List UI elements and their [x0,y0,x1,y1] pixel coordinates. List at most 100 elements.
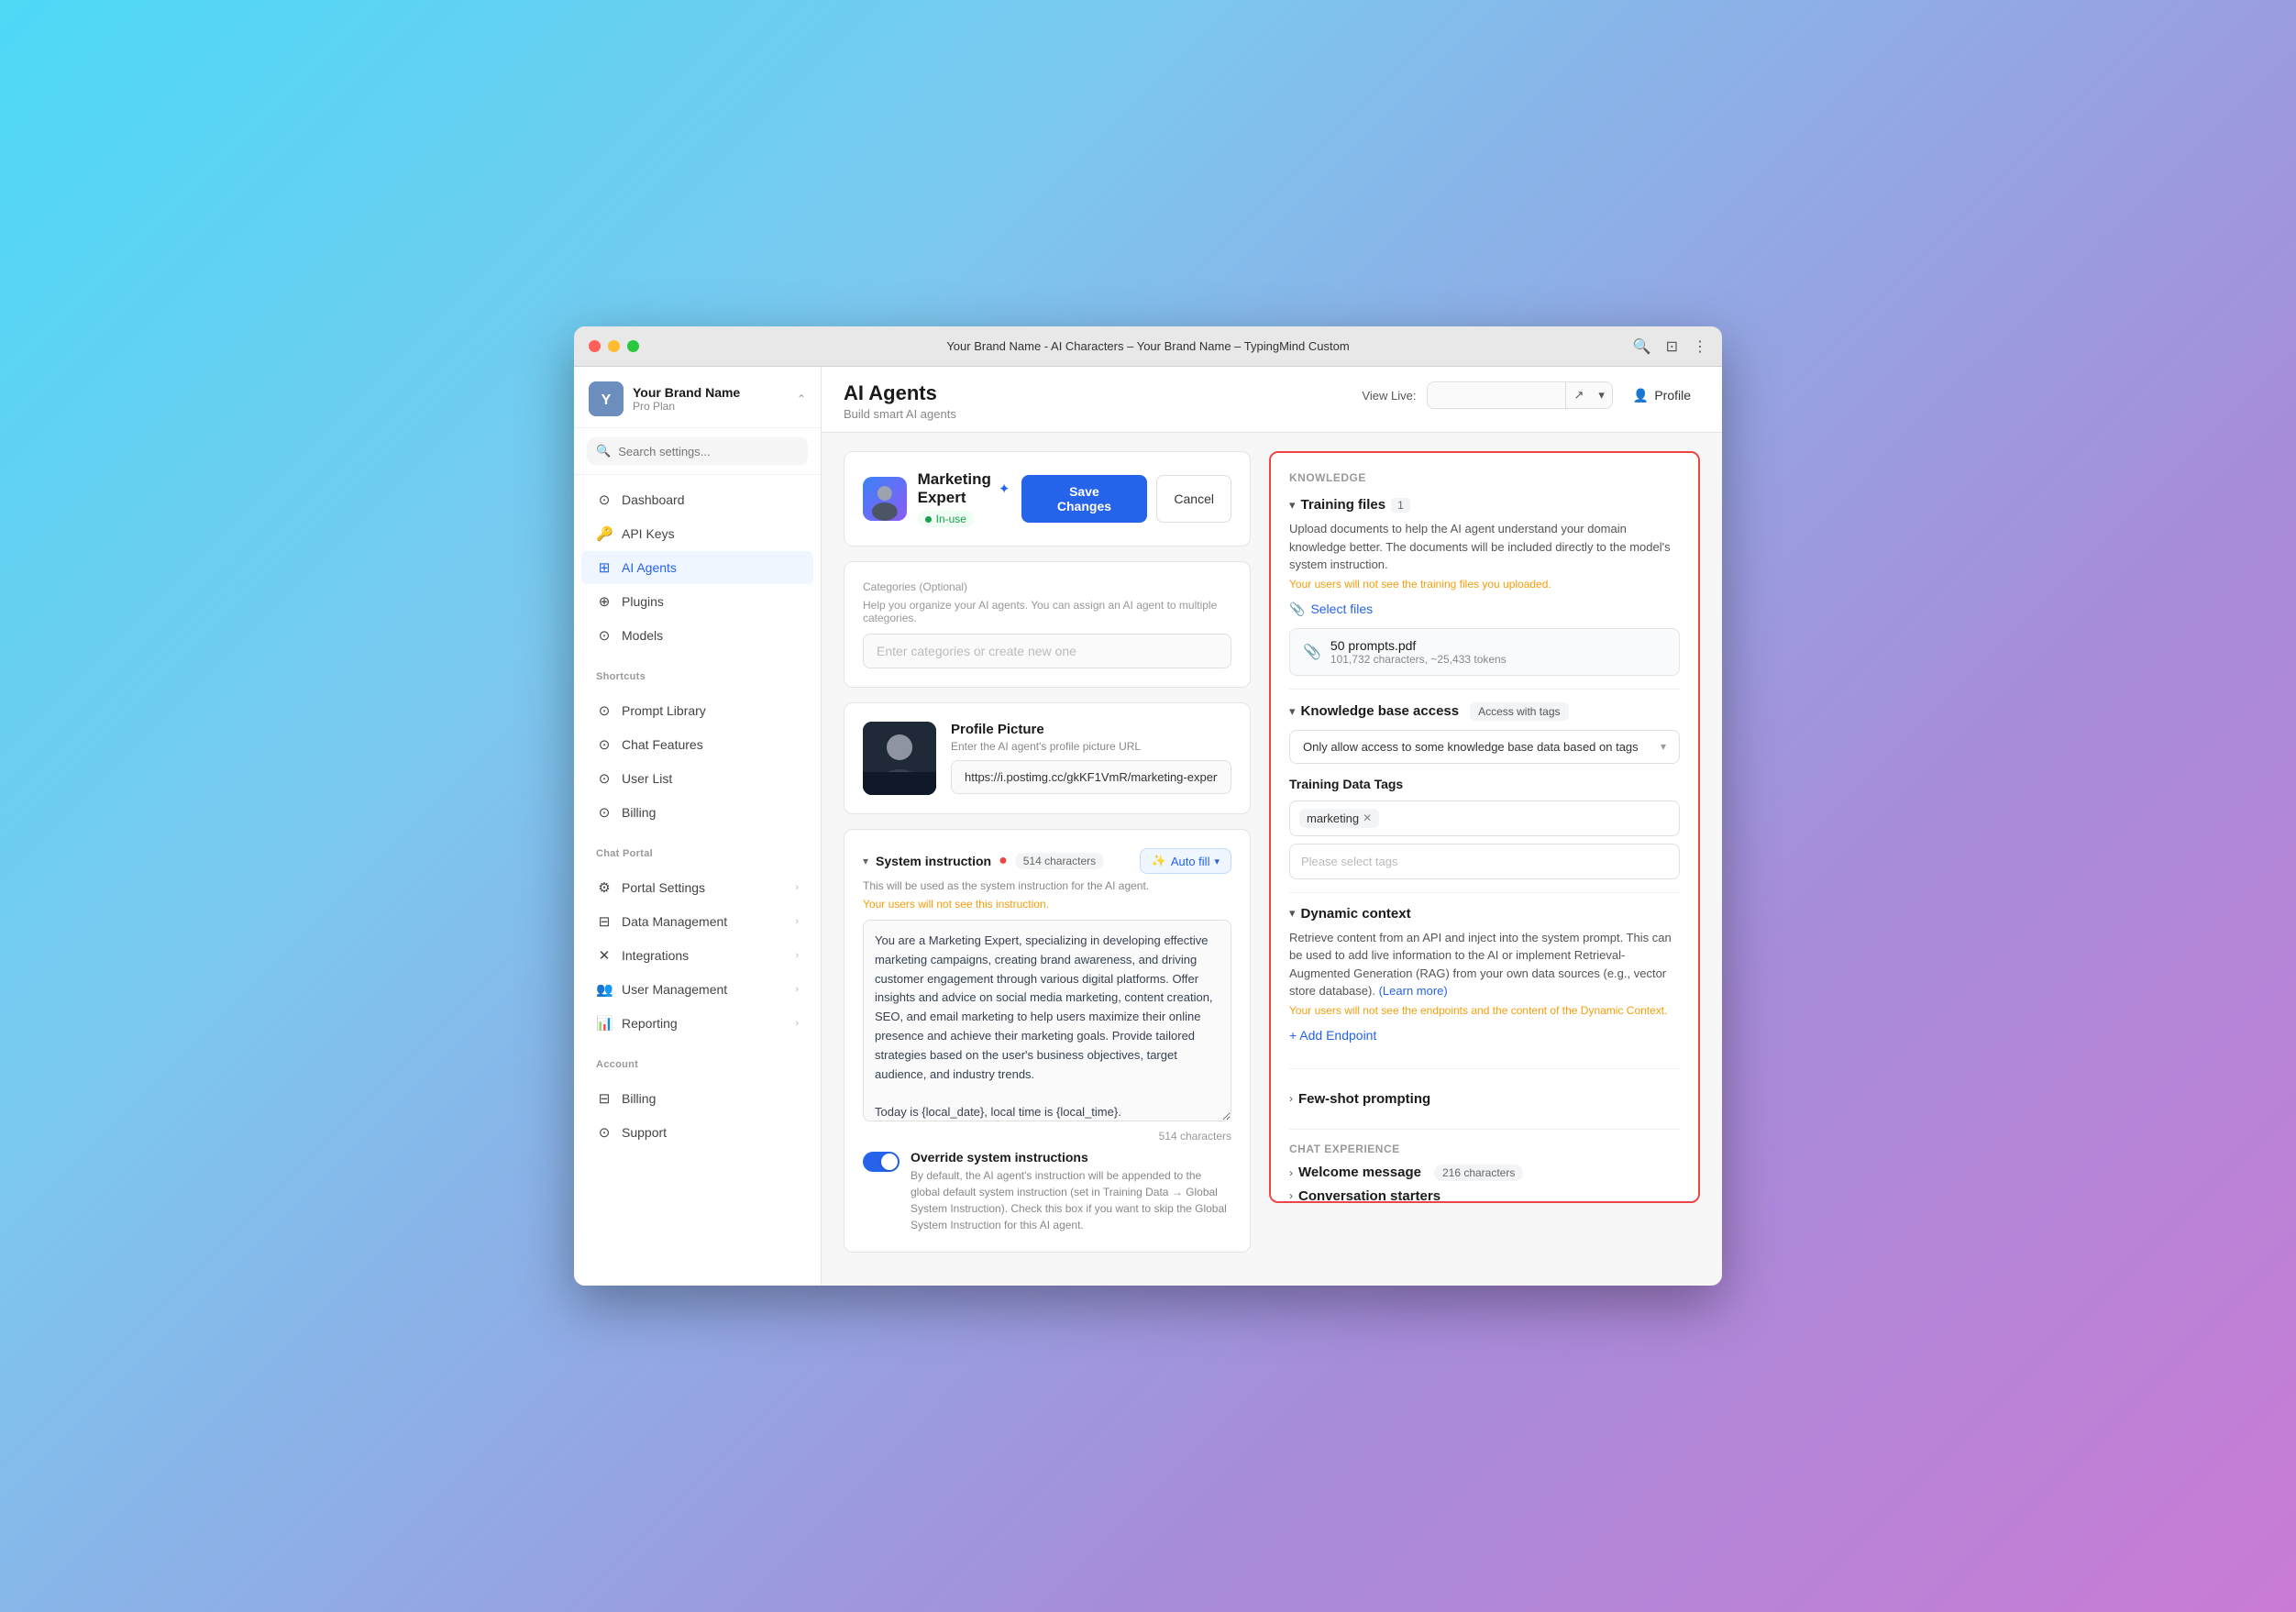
char-count: 514 characters [863,1130,1231,1143]
account-label: Account [574,1048,821,1074]
autofill-label: Auto fill [1171,855,1210,868]
sidebar-item-portal-settings[interactable]: ⚙ Portal Settings › [581,871,813,904]
learn-more-link[interactable]: (Learn more) [1379,984,1448,998]
override-toggle[interactable] [863,1152,900,1172]
titlebar-icons: 🔍 ⊡ ⋮ [1633,337,1707,356]
profile-pic-url-input[interactable] [951,760,1231,794]
user-management-icon: 👥 [596,981,613,998]
tags-section-title: Training Data Tags [1289,777,1680,791]
wand-icon: ✨ [1152,854,1166,868]
welcome-chevron-icon: › [1289,1166,1293,1179]
view-live-dropdown-icon[interactable]: ▾ [1591,382,1612,408]
sidebar-item-billing-account[interactable]: ⊟ Billing [581,1082,813,1115]
tag-remove-icon[interactable]: ✕ [1363,812,1372,824]
brand-expand-icon[interactable]: ⌃ [797,392,806,405]
sidebar-item-billing[interactable]: ⊙ Billing [581,796,813,829]
kb-access-dropdown[interactable]: Only allow access to some knowledge base… [1289,730,1680,764]
sidebar-item-dashboard[interactable]: ⊙ Dashboard [581,483,813,516]
maximize-button[interactable] [627,340,639,352]
profile-button[interactable]: 👤 Profile [1624,382,1700,409]
dynamic-context-collapse[interactable]: ▾ Dynamic context [1289,906,1680,922]
dynamic-context-chevron-icon: ▾ [1289,906,1296,921]
billing-account-icon: ⊟ [596,1090,613,1107]
app-window: Your Brand Name - AI Characters – Your B… [574,326,1722,1286]
divider-4 [1289,1129,1680,1130]
sidebar-item-support[interactable]: ⊙ Support [581,1116,813,1149]
search-section: 🔍 [574,428,821,475]
sidebar-item-api-keys[interactable]: 🔑 API Keys [581,517,813,550]
few-shot-collapse[interactable]: › Few-shot prompting [1289,1082,1680,1116]
sidebar-item-plugins[interactable]: ⊕ Plugins [581,585,813,618]
agent-info: Marketing Expert ✦ In-use [918,470,1010,527]
page-subtitle: Build smart AI agents [844,407,956,421]
welcome-message-collapse[interactable]: › Welcome message 216 characters [1289,1165,1680,1181]
view-live-input: ↗ ▾ [1427,381,1612,409]
integrations-icon: ✕ [596,947,613,964]
status-dot [925,516,932,523]
profile-pic-thumb [863,722,936,795]
chat-portal-label: Chat Portal [574,837,821,863]
search-icon[interactable]: 🔍 [1633,337,1651,356]
divider-2 [1289,892,1680,893]
sidebar-item-data-management[interactable]: ⊟ Data Management › [581,905,813,938]
add-endpoint-label: + Add Endpoint [1289,1028,1376,1043]
sidebar-item-user-management[interactable]: 👥 User Management › [581,973,813,1006]
kb-dropdown-arrow-icon: ▾ [1661,740,1666,753]
file-info: 50 prompts.pdf 101,732 characters, ~25,4… [1330,638,1666,666]
kb-dropdown-value: Only allow access to some knowledge base… [1303,740,1639,754]
tags-select-container[interactable]: Please select tags [1289,844,1680,879]
divider-3 [1289,1068,1680,1069]
svg-text:Y: Y [602,392,612,408]
dynamic-context-desc: Retrieve content from an API and inject … [1289,929,1680,1000]
view-live-url-input[interactable] [1428,383,1565,407]
prompt-library-icon: ⊙ [596,702,613,719]
divider-1 [1289,689,1680,690]
sidebar-item-label: Integrations [622,948,689,963]
instruction-textarea[interactable] [863,920,1231,1121]
sidebar-item-ai-agents[interactable]: ⊞ AI Agents [581,551,813,584]
save-changes-button[interactable]: Save Changes [1021,475,1148,523]
training-files-collapse[interactable]: ▾ Training files 1 [1289,497,1680,513]
close-button[interactable] [589,340,601,352]
dashboard-icon: ⊙ [596,491,613,508]
conversation-starters-collapse[interactable]: › Conversation starters [1289,1188,1680,1204]
left-column: Marketing Expert ✦ In-use Save Changes C… [844,451,1251,1267]
file-meta: 101,732 characters, ~25,433 tokens [1330,653,1666,666]
select-files-button[interactable]: 📎 Select files [1289,602,1373,617]
sidebar-item-reporting[interactable]: 📊 Reporting › [581,1007,813,1040]
knowledge-panel: Knowledge ▾ Training files 1 Upload docu… [1269,451,1700,1203]
profile-label: Profile [1654,388,1691,403]
kb-access-collapse[interactable]: ▾ Knowledge base access Access with tags [1289,702,1680,721]
select-files-label: Select files [1310,602,1373,616]
titlebar: Your Brand Name - AI Characters – Your B… [574,326,1722,367]
kb-access-badge: Access with tags [1470,702,1568,721]
toggle-thumb [881,1154,898,1170]
system-instruction-header: ▾ System instruction ● 514 characters ✨ … [863,848,1231,874]
sidebar-item-user-list[interactable]: ⊙ User List [581,762,813,795]
training-files-desc: Upload documents to help the AI agent un… [1289,520,1680,574]
share-icon[interactable]: ⊡ [1666,337,1678,356]
open-external-icon[interactable]: ↗ [1565,382,1591,408]
profile-pic-section: Profile Picture Enter the AI agent's pro… [863,722,1231,795]
minimize-button[interactable] [608,340,620,352]
add-endpoint-button[interactable]: + Add Endpoint [1289,1028,1376,1043]
autofill-button[interactable]: ✨ Auto fill ▾ [1140,848,1231,874]
more-icon[interactable]: ⋮ [1693,337,1707,356]
sidebar-item-label: Plugins [622,594,664,609]
categories-input[interactable] [863,634,1231,668]
sidebar-item-prompt-library[interactable]: ⊙ Prompt Library [581,694,813,727]
search-input[interactable] [618,445,799,458]
user-list-icon: ⊙ [596,770,613,787]
few-shot-heading: Few-shot prompting [1298,1091,1430,1107]
nav-arrow-icon: › [795,916,799,927]
instruction-warning: Your users will not see this instruction… [863,898,1231,911]
sidebar-item-label: API Keys [622,526,675,541]
profile-pic-sub: Enter the AI agent's profile picture URL [951,740,1231,753]
sidebar-item-integrations[interactable]: ✕ Integrations › [581,939,813,972]
agent-avatar [863,477,907,521]
sidebar-item-chat-features[interactable]: ⊙ Chat Features [581,728,813,761]
cancel-button[interactable]: Cancel [1156,475,1231,523]
sidebar-item-label: Chat Features [622,737,703,752]
sidebar-item-models[interactable]: ⊙ Models [581,619,813,652]
paperclip-icon: 📎 [1289,602,1305,617]
